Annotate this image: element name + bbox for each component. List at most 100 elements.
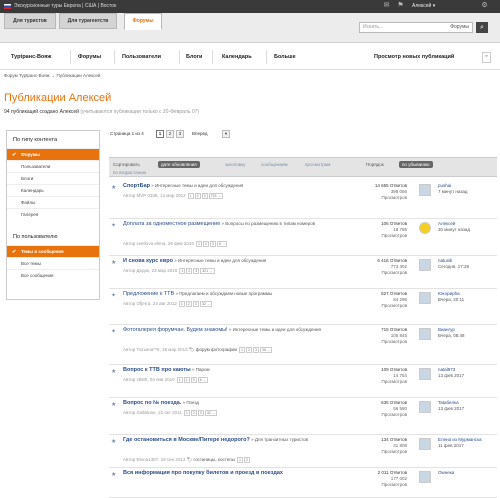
topic-page-link[interactable]: 2 [202, 241, 209, 247]
nav-item-forums[interactable]: Форумы [78, 54, 101, 60]
inbox-icon[interactable]: ✉ [382, 2, 391, 10]
topic-title-link[interactable]: И снова курс евро [123, 258, 173, 264]
topic-star-icon[interactable]: ★ [111, 184, 116, 191]
topic-page-link[interactable]: 1 [176, 377, 183, 383]
page-jump-button[interactable]: ▾ [222, 130, 230, 138]
view-new-posts-link[interactable]: Просмотр новых публикаций [374, 54, 454, 60]
topic-page-link[interactable]: 2 [183, 377, 190, 383]
topic-last-page-link[interactable]: 6 → [216, 241, 228, 247]
avatar[interactable] [419, 328, 431, 340]
topic-star-icon[interactable]: ✦ [111, 292, 116, 299]
topic-star-icon[interactable]: ✦ [111, 222, 116, 229]
avatar[interactable] [419, 292, 431, 304]
topic-page-link[interactable]: 3 [190, 377, 197, 383]
topic-title-link[interactable]: Предложение к ТТВ [123, 291, 174, 297]
topic-category[interactable]: » Поезд [181, 400, 199, 405]
nav-item-blogs[interactable]: Блоги [186, 54, 202, 60]
topic-page-link[interactable]: 3 [197, 410, 204, 416]
sort-ascending[interactable]: по возрастанию [113, 170, 146, 175]
topic-title-link[interactable]: Доплата за одноместное размещение [123, 221, 220, 227]
topic-page-link[interactable]: 1 [183, 410, 190, 416]
topic-page-link[interactable]: 3 [201, 193, 208, 199]
topic-title-link[interactable]: Фотогалерея форумчан. Будем знакомы! [123, 327, 228, 333]
page-2-button[interactable]: 2 [166, 130, 174, 138]
sort-by-date[interactable]: дате обновления [158, 161, 200, 168]
sidebar-item-topics-posts[interactable]: ✔ Темы и сообщения [7, 245, 99, 257]
topic-category[interactable]: » Интересные темы и идеи для обсуждения [173, 258, 266, 263]
topic-last-page-link[interactable]: 32 → [199, 301, 213, 307]
tab-tourists[interactable]: Для туристов [4, 13, 56, 29]
topic-page-link[interactable]: 3 [192, 301, 199, 307]
nav-item-more[interactable]: Больше [274, 54, 296, 60]
settings-icon[interactable]: ⚙ [480, 2, 489, 10]
last-post-time[interactable]: Сегодня, 17:29 [438, 264, 469, 270]
topic-page-link[interactable]: 1 [239, 347, 246, 353]
topic-page-link[interactable]: 2 [190, 410, 197, 416]
last-post-time[interactable]: 13 фев 2017 [438, 406, 464, 412]
search-button[interactable]: ⌕ [476, 22, 488, 33]
tab-agencies[interactable]: Для турагентств [59, 13, 117, 29]
topic-title-link[interactable]: Вся информация про покупку билетов и про… [123, 470, 283, 476]
topic-page-link[interactable]: 2 [185, 301, 192, 307]
avatar[interactable] [419, 368, 431, 380]
avatar[interactable] [419, 259, 431, 271]
topic-title-link[interactable]: Вопрос по № поезда. [123, 400, 181, 406]
topic-star-icon[interactable]: ★ [111, 368, 116, 375]
avatar[interactable] [419, 471, 431, 483]
sidebar-item-users[interactable]: Пользователи [7, 160, 99, 172]
topic-star-icon[interactable]: ★ [111, 259, 116, 266]
page-3-button[interactable]: 3 [176, 130, 184, 138]
topic-page-link[interactable]: 2 [246, 347, 253, 353]
nav-item-home[interactable]: Турtранс-Вояж [11, 54, 51, 60]
topic-tag[interactable]: 🏷 гостиницы, хостелы [185, 457, 235, 462]
page-1-button[interactable]: 1 [156, 130, 164, 138]
sort-by-title[interactable]: заголовку [225, 162, 245, 167]
site-title[interactable]: Экскурсионные туры Европа | США | Восток [14, 3, 116, 9]
topic-page-link[interactable]: 1 [179, 268, 186, 274]
nav-item-calendar[interactable]: Календарь [222, 54, 252, 60]
topic-page-link[interactable]: 1 [187, 193, 194, 199]
search-scope[interactable]: Форумы [450, 23, 469, 32]
user-menu[interactable]: Алексей ▾ [412, 3, 435, 9]
location-pin-icon[interactable]: ⌖ [482, 52, 491, 63]
topic-title-link[interactable]: Где остановиться в Москве/Питере недорог… [123, 437, 250, 443]
avatar[interactable] [419, 401, 431, 413]
next-page-link[interactable]: Вперед [192, 131, 207, 136]
last-post-time[interactable]: 11 фев 2017 [438, 443, 482, 449]
last-post-time[interactable]: 7 минут назад [438, 189, 468, 195]
topic-category[interactable]: » Паром [191, 367, 210, 372]
topic-category[interactable]: » Вопросы по размещению в типам номеров [220, 221, 316, 226]
topic-last-page-link[interactable]: 36 → [260, 347, 273, 353]
avatar[interactable] [419, 222, 431, 234]
topic-star-icon[interactable]: ✦ [111, 328, 116, 335]
avatar[interactable] [419, 438, 431, 450]
sidebar-item-all-posts[interactable]: Все сообщения [7, 269, 99, 281]
topic-page-link[interactable]: 3 [193, 268, 200, 274]
topic-page-link[interactable]: 1 [195, 241, 202, 247]
sort-by-views[interactable]: просмотрам [305, 162, 330, 167]
sidebar-item-all-topics[interactable]: Все темы [7, 257, 99, 269]
topic-page-link[interactable]: 3 [253, 347, 260, 353]
last-post-time[interactable]: 13 фев 2017 [438, 373, 464, 379]
topic-page-link[interactable]: 1 [178, 301, 185, 307]
breadcrumb[interactable]: Форум Турtранс-Вояж → Публикации Алексей [4, 73, 100, 78]
nav-item-users[interactable]: Пользователи [122, 54, 161, 60]
last-post-time[interactable]: Вчера, 08:48 [438, 333, 464, 339]
sidebar-item-files[interactable]: Файлы [7, 196, 99, 208]
topic-category[interactable]: » Предлагаем и обсуждаем новые программы [174, 291, 272, 296]
notification-icon[interactable]: ⚑ [396, 2, 405, 10]
topic-last-page-link[interactable]: 6 → [197, 377, 209, 383]
topic-last-page-link[interactable]: 733 → [208, 193, 223, 199]
topic-category[interactable]: » Для транзитных туристов [250, 437, 308, 442]
last-post-time[interactable]: 30 минут назад [438, 227, 470, 233]
topic-star-icon[interactable]: ★ [111, 471, 116, 478]
topic-star-icon[interactable]: ★ [111, 438, 116, 445]
last-post-time[interactable]: Вчера, 20:11 [438, 297, 464, 303]
topic-category[interactable]: » Интересные темы и идеи для обсуждения [150, 183, 243, 188]
search-input[interactable]: Искать... Форумы [359, 22, 473, 33]
topic-page-link[interactable]: 2 [243, 457, 250, 463]
last-poster-name[interactable]: Owнeка [438, 470, 454, 476]
sidebar-item-blogs[interactable]: Блоги [7, 172, 99, 184]
topic-page-link[interactable]: 2 [186, 268, 193, 274]
topic-title-link[interactable]: СпортБар [123, 183, 150, 189]
